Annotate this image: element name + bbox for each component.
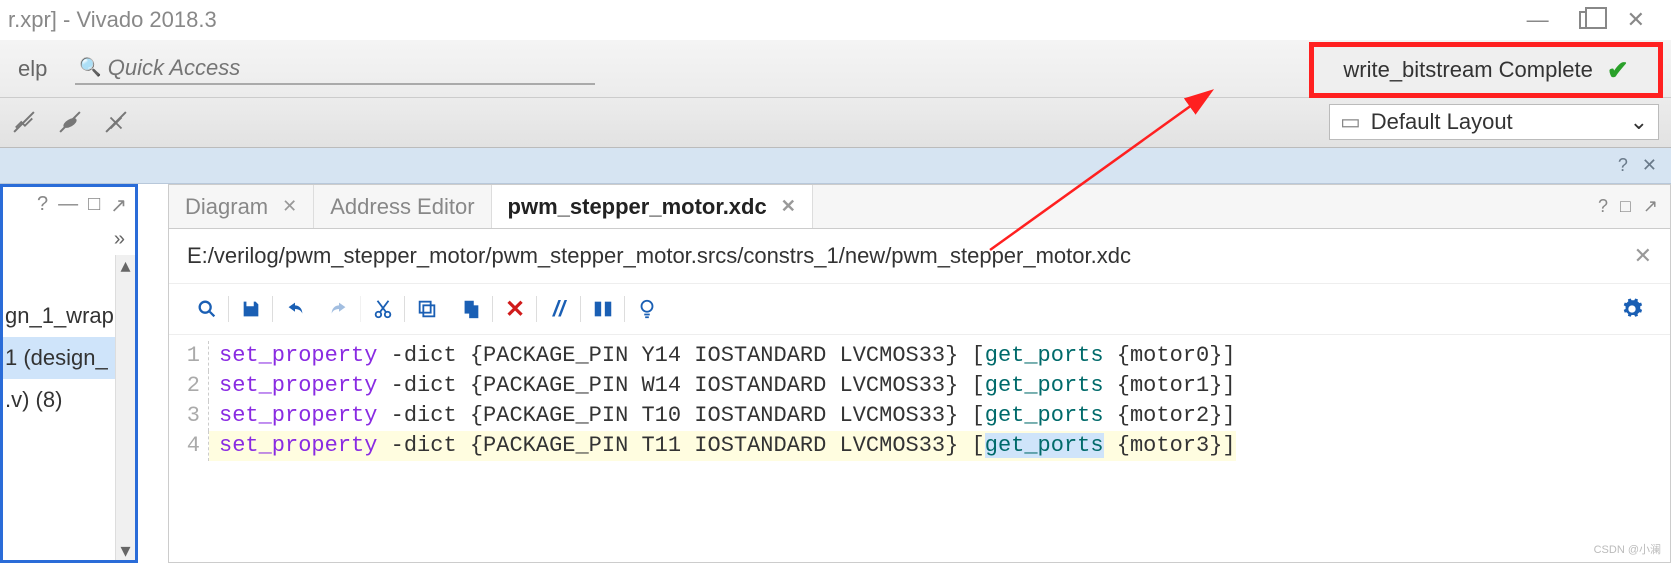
tab-help-icon[interactable]: ?: [1598, 196, 1608, 217]
status-box: write_bitstream Complete ✔: [1309, 42, 1663, 98]
main-area: ? — □ ↗ » gn_1_wrap 1 (design_ .v) (8) ▴…: [0, 184, 1671, 563]
panel-popout-icon[interactable]: ↗: [110, 193, 127, 218]
expand-row[interactable]: »: [3, 224, 135, 255]
file-path-row: E:/verilog/pwm_stepper_motor/pwm_stepper…: [169, 229, 1670, 284]
toolbar-icon-1[interactable]: [12, 111, 36, 135]
code-line: 4set_property -dict {PACKAGE_PIN T11 IOS…: [169, 431, 1670, 461]
window-titlebar: r.xpr] - Vivado 2018.3 — ✕: [0, 0, 1671, 40]
close-panel-icon[interactable]: ✕: [1642, 155, 1657, 176]
menu-help[interactable]: elp: [8, 56, 57, 82]
comment-icon[interactable]: //: [539, 294, 579, 324]
scroll-up-icon[interactable]: ▴: [116, 255, 135, 275]
tab-address-editor[interactable]: Address Editor: [314, 185, 491, 228]
code-area[interactable]: 1set_property -dict {PACKAGE_PIN Y14 IOS…: [169, 335, 1670, 461]
layout-icon: ▭: [1340, 109, 1361, 135]
layout-selector[interactable]: ▭ Default Layout ⌄: [1329, 104, 1659, 140]
path-close-icon[interactable]: ✕: [1634, 243, 1652, 269]
tab-label: Diagram: [185, 194, 268, 220]
tab-maximize-icon[interactable]: □: [1620, 196, 1631, 217]
scroll-down-icon[interactable]: ▾: [116, 540, 135, 560]
tab-close-icon[interactable]: ✕: [282, 196, 297, 217]
main-toolbar: ▭ Default Layout ⌄: [0, 98, 1671, 148]
code-line: 3set_property -dict {PACKAGE_PIN T10 IOS…: [169, 401, 1670, 431]
editor-panel: Diagram ✕ Address Editor pwm_stepper_mot…: [168, 184, 1671, 563]
gear-icon[interactable]: [1612, 294, 1652, 324]
left-panel: ? — □ ↗ » gn_1_wrap 1 (design_ .v) (8) ▴…: [0, 184, 138, 563]
quick-access-search[interactable]: 🔍: [75, 53, 595, 85]
window-title: r.xpr] - Vivado 2018.3: [6, 7, 1527, 33]
tab-label: pwm_stepper_motor.xdc: [508, 194, 767, 220]
layout-label: Default Layout: [1371, 109, 1513, 135]
status-text: write_bitstream Complete: [1343, 57, 1592, 83]
cut-icon[interactable]: [363, 294, 403, 324]
redo-icon[interactable]: [319, 294, 359, 324]
minimize-icon[interactable]: —: [1527, 7, 1549, 33]
undo-icon[interactable]: [275, 294, 315, 324]
panel-maximize-icon[interactable]: □: [88, 193, 100, 218]
panel-minimize-icon[interactable]: —: [58, 193, 78, 218]
tree-item[interactable]: 1 (design_: [3, 337, 115, 379]
panel-controls: ? — □ ↗: [3, 187, 135, 224]
sub-toolbar: ? ✕: [0, 148, 1671, 184]
code-line: 2set_property -dict {PACKAGE_PIN W14 IOS…: [169, 371, 1670, 401]
close-icon[interactable]: ✕: [1627, 7, 1645, 33]
maximize-icon[interactable]: [1579, 11, 1597, 29]
help-icon[interactable]: ?: [1618, 155, 1628, 176]
watermark: CSDN @小澜: [1594, 541, 1661, 557]
scrollbar[interactable]: ▴ ▾: [115, 255, 135, 560]
tree-area: gn_1_wrap 1 (design_ .v) (8): [3, 255, 115, 560]
editor-toolbar: ✕ //: [169, 284, 1670, 335]
chevron-down-icon: ⌄: [1630, 109, 1648, 135]
copy-icon[interactable]: [407, 294, 447, 324]
tree-item[interactable]: gn_1_wrap: [3, 295, 115, 337]
search-icon: 🔍: [79, 57, 101, 78]
tabs: Diagram ✕ Address Editor pwm_stepper_mot…: [169, 185, 1670, 229]
tab-diagram[interactable]: Diagram ✕: [169, 185, 314, 228]
tree-item[interactable]: .v) (8): [3, 379, 115, 421]
paste-icon[interactable]: [451, 294, 491, 324]
bulb-icon[interactable]: [627, 294, 667, 324]
columns-icon[interactable]: [583, 294, 623, 324]
panel-help-icon[interactable]: ?: [37, 193, 48, 218]
tab-xdc[interactable]: pwm_stepper_motor.xdc ✕: [492, 185, 813, 228]
tab-popout-icon[interactable]: ↗: [1643, 196, 1658, 217]
tab-close-icon[interactable]: ✕: [781, 196, 796, 217]
save-icon[interactable]: [231, 294, 271, 324]
toolbar-icon-3[interactable]: [104, 111, 128, 135]
find-icon[interactable]: [187, 294, 227, 324]
check-icon: ✔: [1607, 55, 1629, 86]
window-controls: — ✕: [1527, 7, 1665, 33]
search-input[interactable]: [108, 55, 592, 81]
toolbar-icon-2[interactable]: [58, 111, 82, 135]
tab-label: Address Editor: [330, 194, 474, 220]
file-path: E:/verilog/pwm_stepper_motor/pwm_stepper…: [187, 243, 1131, 269]
code-line: 1set_property -dict {PACKAGE_PIN Y14 IOS…: [169, 341, 1670, 371]
delete-icon[interactable]: ✕: [495, 294, 535, 324]
